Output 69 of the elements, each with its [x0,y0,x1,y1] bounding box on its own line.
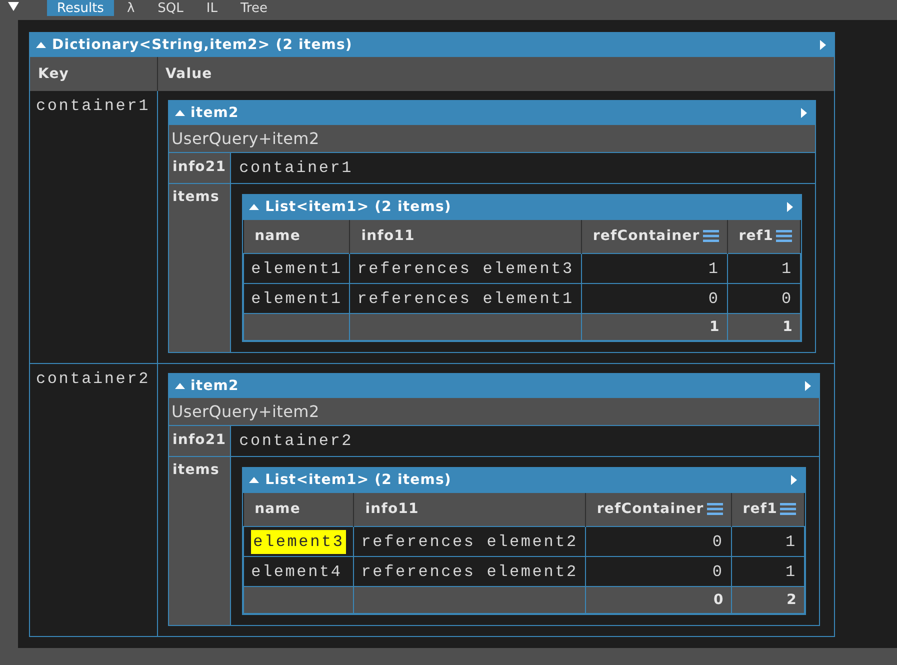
table-cell: container1 [30,91,157,364]
tab[interactable]: IL [196,0,228,16]
type-name: UserQuery+item2 [168,125,815,153]
total-cell: 1 [581,314,728,340]
tab[interactable]: Tree [230,0,278,16]
table-cell: 1 [731,556,804,586]
column-header[interactable]: refContainer [585,492,732,526]
column-header[interactable]: Value [157,57,834,91]
caret-right-icon[interactable] [786,202,793,212]
tab[interactable]: Results [47,0,114,16]
table-cell: element1 [244,284,350,314]
total-cell: 1 [727,314,800,340]
caret-up-icon[interactable] [36,42,46,48]
column-header[interactable]: name [244,492,354,526]
caret-right-icon[interactable] [820,40,826,50]
type-name: UserQuery+item2 [168,398,819,426]
lines-icon[interactable] [780,503,796,516]
table-cell: 0 [581,284,728,314]
column-header[interactable]: refContainer [581,220,728,254]
lines-icon[interactable] [702,230,719,242]
caret-right-icon[interactable] [790,475,797,485]
total-cell: 0 [585,586,732,614]
field-label: info21 [168,153,231,183]
caret-down-icon[interactable] [8,2,19,11]
table-cell: references element2 [354,526,586,556]
table-title: Dictionary<String,item2> (2 items) [52,36,352,54]
column-header[interactable]: ref1 [727,220,800,254]
tab[interactable]: SQL [148,0,194,16]
table-cell: container2 [30,364,157,636]
table-cell: 0 [585,526,732,556]
column-title: refContainer [592,226,700,246]
table-cell: 1 [581,254,728,284]
caret-up-icon[interactable] [249,204,260,210]
column-header[interactable]: ref1 [731,492,804,526]
table-cell: 1 [731,526,804,556]
table-cell: references element3 [350,254,582,284]
table-cell: references element2 [354,556,586,586]
column-header[interactable]: name [244,220,350,254]
caret-up-icon[interactable] [174,110,184,116]
tab[interactable]: λ [116,0,145,16]
column-title: refContainer [596,500,704,519]
field-label: items [168,456,231,625]
table-cell: 0 [727,284,800,314]
column-title: ref1 [742,500,778,519]
lines-icon[interactable] [706,503,723,516]
table-cell: 1 [727,254,800,284]
lines-icon[interactable] [776,230,792,242]
column-header[interactable]: info11 [354,492,586,526]
table-cell: element4 [244,556,354,586]
caret-up-icon[interactable] [249,477,260,483]
caret-right-icon[interactable] [800,108,807,118]
field-label: items [168,183,231,352]
caret-up-icon[interactable] [174,383,184,389]
field-value: container2 [230,426,819,456]
field-value: container1 [230,153,815,183]
total-cell: 2 [731,586,804,614]
caret-right-icon[interactable] [804,381,811,391]
field-label: info21 [168,426,231,456]
column-title: ref1 [738,226,774,246]
table-title: item2 [190,376,239,396]
highlighted-text: element3 [251,530,346,554]
table-title: List<item1> (2 items) [265,470,452,490]
table-cell: 0 [585,556,732,586]
table-title: List<item1> (2 items) [265,198,452,216]
column-header[interactable]: info11 [350,220,582,254]
table-title: item2 [190,104,239,122]
column-header[interactable]: Key [30,57,157,91]
table-cell: references element1 [350,284,582,314]
table-cell: element1 [244,254,350,284]
